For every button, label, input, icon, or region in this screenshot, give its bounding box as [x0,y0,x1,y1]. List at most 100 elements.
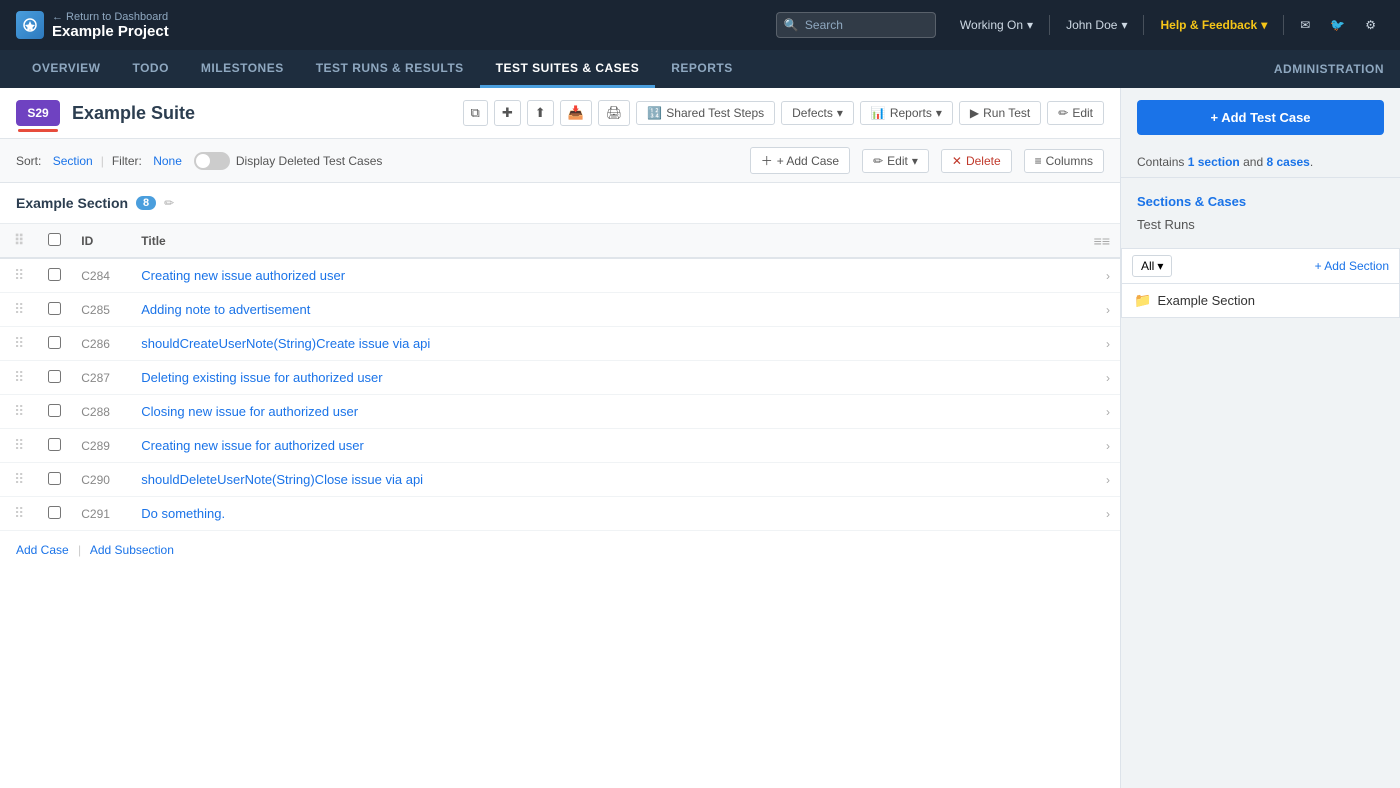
case-id-4: C288 [71,395,131,429]
bottom-links: Add Case | Add Subsection [0,531,1120,569]
case-id-6: C290 [71,463,131,497]
table-row: ⠿ C285 Adding note to advertisement › [0,293,1120,327]
tab-overview[interactable]: OVERVIEW [16,50,116,88]
sidebar-section-item[interactable]: 📁 Example Section [1122,284,1399,317]
run-icon: ▶ [970,106,979,120]
display-deleted-label: Display Deleted Test Cases [236,154,383,168]
add-test-case-sidebar-button[interactable]: + Add Test Case [1137,100,1384,135]
col-id-header: ID [71,224,131,258]
sidebar-sections-link[interactable]: 1 section [1188,155,1240,169]
case-title-6[interactable]: shouldDeleteUserNote(String)Close issue … [141,472,423,487]
import-button[interactable]: ⬆ [527,100,554,126]
mail-icon-button[interactable]: ✉ [1292,14,1318,36]
help-feedback-button[interactable]: Help & Feedback ▾ [1152,14,1275,36]
row-checkbox-0[interactable] [48,268,61,281]
tab-todo[interactable]: TODO [116,50,184,88]
table-row: ⠿ C284 Creating new issue authorized use… [0,258,1120,293]
sidebar-add-section-button[interactable]: + Add Section [1315,259,1389,273]
settings-icon-button[interactable]: ⚙ [1357,14,1384,36]
reports-button[interactable]: 📊 Reports ▾ [860,101,953,125]
print-button[interactable]: 🖨 [598,100,631,126]
copy-button[interactable]: ⧉ [463,100,488,126]
user-menu-button[interactable]: John Doe ▾ [1058,14,1135,36]
case-id-7: C291 [71,497,131,531]
row-checkbox-2[interactable] [48,336,61,349]
sidebar-section-name: Example Section [1157,293,1255,308]
case-title-3[interactable]: Deleting existing issue for authorized u… [141,370,382,385]
row-checkbox-3[interactable] [48,370,61,383]
delete-cases-button[interactable]: ✕ Delete [941,149,1012,173]
sort-section: Sort: Section | Filter: None [16,154,182,168]
sidebar-sections-cases-nav[interactable]: Sections & Cases [1137,190,1384,213]
table-row: ⠿ C288 Closing new issue for authorized … [0,395,1120,429]
admin-link[interactable]: ADMINISTRATION [1274,62,1384,76]
edit-suite-button[interactable]: ✏ Edit [1047,101,1104,125]
tab-test-suites[interactable]: TEST SUITES & CASES [480,50,656,88]
filter-value[interactable]: None [153,154,182,168]
table-row: ⠿ C286 shouldCreateUserNote(String)Creat… [0,327,1120,361]
divider-2 [1143,15,1144,35]
content-area: S29 Example Suite ⧉ ✚ ⬆ 📥 🖨 🔢 Shared Tes… [0,88,1400,788]
row-checkbox-4[interactable] [48,404,61,417]
edit-cases-button[interactable]: ✏ Edit ▾ [862,149,929,173]
select-all-checkbox[interactable] [48,233,61,246]
section-edit-icon[interactable]: ✏ [164,196,174,210]
drag-handle-6: ⠿ [10,471,28,487]
row-checkbox-5[interactable] [48,438,61,451]
top-bar-controls: Working On ▾ John Doe ▾ Help & Feedback … [952,14,1384,36]
add-case-button[interactable]: ＋ + Add Case [750,147,850,174]
row-expand-7[interactable]: › [1084,497,1120,531]
row-expand-3[interactable]: › [1084,361,1120,395]
columns-table-icon[interactable]: ≡≡ [1094,233,1110,249]
sidebar-test-runs-nav[interactable]: Test Runs [1137,213,1384,236]
divider-1 [1049,15,1050,35]
search-input[interactable] [776,12,936,38]
case-title-5[interactable]: Creating new issue for authorized user [141,438,364,453]
back-to-dashboard-link[interactable]: ← Return to Dashboard [52,11,169,23]
row-checkbox-7[interactable] [48,506,61,519]
notification-icon-button[interactable]: 🐦 [1322,14,1353,36]
project-info: ← Return to Dashboard Example Project [52,11,169,40]
drag-handle-3: ⠿ [10,369,28,385]
tab-milestones[interactable]: MILESTONES [185,50,300,88]
columns-icon: ≡ [1035,154,1042,168]
add-subsection-link[interactable]: Add Subsection [90,543,174,557]
col-drag-handle: ⠿ [0,224,38,258]
table-row: ⠿ C287 Deleting existing issue for autho… [0,361,1120,395]
sort-value[interactable]: Section [53,154,93,168]
shared-test-steps-button[interactable]: 🔢 Shared Test Steps [636,101,775,125]
display-deleted-toggle[interactable] [194,152,230,170]
row-expand-0[interactable]: › [1084,258,1120,293]
case-id-1: C285 [71,293,131,327]
row-checkbox-6[interactable] [48,472,61,485]
tab-test-runs[interactable]: TEST RUNS & RESULTS [300,50,480,88]
archive-button[interactable]: 📥 [560,100,592,126]
case-id-3: C287 [71,361,131,395]
sidebar-all-button[interactable]: All ▾ [1132,255,1172,277]
case-title-7[interactable]: Do something. [141,506,225,521]
case-title-2[interactable]: shouldCreateUserNote(String)Create issue… [141,336,430,351]
drag-handle-5: ⠿ [10,437,28,453]
row-expand-1[interactable]: › [1084,293,1120,327]
bottom-add-case-link[interactable]: Add Case [16,543,69,557]
case-title-4[interactable]: Closing new issue for authorized user [141,404,358,419]
row-expand-6[interactable]: › [1084,463,1120,497]
sidebar-info: Contains 1 section and 8 cases. [1121,147,1400,178]
row-expand-2[interactable]: › [1084,327,1120,361]
row-expand-4[interactable]: › [1084,395,1120,429]
case-title-0[interactable]: Creating new issue authorized user [141,268,345,283]
run-test-button[interactable]: ▶ Run Test [959,101,1041,125]
defects-button[interactable]: Defects ▾ [781,101,854,125]
working-on-button[interactable]: Working On ▾ [952,14,1041,36]
col-title-header: Title [131,224,1083,258]
sidebar-cases-link[interactable]: 8 cases [1266,155,1309,169]
sidebar-section-toolbar: All ▾ + Add Section [1122,249,1399,284]
tab-reports[interactable]: REPORTS [655,50,749,88]
display-deleted-toggle-wrapper: Display Deleted Test Cases [194,152,383,170]
row-checkbox-1[interactable] [48,302,61,315]
case-title-1[interactable]: Adding note to advertisement [141,302,310,317]
columns-button[interactable]: ≡ Columns [1024,149,1104,173]
row-expand-5[interactable]: › [1084,429,1120,463]
export-button[interactable]: ✚ [494,100,521,126]
col-checkbox [38,224,71,258]
